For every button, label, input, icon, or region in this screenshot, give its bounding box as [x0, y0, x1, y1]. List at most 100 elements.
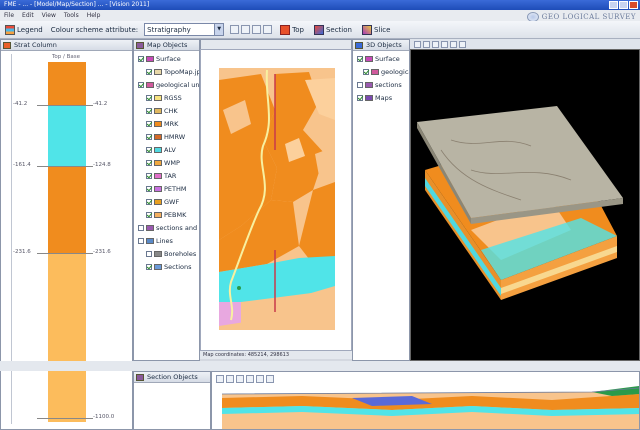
tree-item[interactable]: Surface [138, 54, 181, 64]
zoom-out-icon[interactable] [241, 25, 251, 34]
map-objects-tab[interactable]: Map Objects [134, 40, 199, 51]
section-settings-icon[interactable] [266, 375, 274, 383]
tree-item[interactable]: Maps [357, 93, 392, 103]
tree-item[interactable]: sections and lines [138, 223, 199, 233]
lighting-icon[interactable] [459, 40, 466, 48]
bottom-splitter[interactable] [133, 361, 640, 371]
tree-item[interactable]: TAR [146, 171, 176, 181]
menu-view[interactable]: View [42, 10, 56, 21]
strat-unit-1[interactable] [48, 105, 86, 167]
layer-checkbox[interactable] [146, 160, 152, 166]
tree-item[interactable]: Sections [146, 262, 192, 272]
zoom-in-icon[interactable] [230, 25, 240, 34]
menu-edit[interactable]: Edit [22, 10, 34, 21]
tree-item[interactable]: CHK [146, 106, 178, 116]
layer-checkbox[interactable] [146, 173, 152, 179]
layer-checkbox[interactable] [146, 134, 152, 140]
cross-section[interactable] [212, 384, 639, 429]
exaggeration-icon[interactable] [450, 40, 457, 48]
attribute-select[interactable]: Stratigraphy ▼ [144, 23, 225, 36]
section-zoom-out-icon[interactable] [226, 375, 234, 383]
layer-checkbox[interactable] [146, 186, 152, 192]
section-pan-icon[interactable] [236, 375, 244, 383]
borehole-marker[interactable] [237, 286, 241, 290]
layer-checkbox[interactable] [363, 69, 369, 75]
menu-file[interactable]: File [4, 10, 14, 21]
tree-item[interactable]: sections [357, 80, 402, 90]
pan-3d-icon[interactable] [423, 40, 430, 48]
close-button[interactable] [629, 1, 638, 9]
map-view[interactable] [200, 49, 352, 351]
legend-icon [5, 24, 15, 35]
section-fit-icon[interactable] [246, 375, 254, 383]
zoom-3d-icon[interactable] [432, 40, 439, 48]
attribute-label: Colour scheme attribute: [50, 25, 139, 34]
section-zoom-in-icon[interactable] [216, 375, 224, 383]
window-title: FME - ... - [Model/Map/Section] ... - [V… [4, 1, 150, 8]
section-view[interactable] [211, 371, 640, 430]
rotate-icon[interactable] [263, 25, 273, 34]
tree-item[interactable]: HMRW [146, 132, 185, 142]
map-view-header [200, 39, 352, 49]
strat-unit-2[interactable] [48, 166, 86, 253]
layer-checkbox[interactable] [146, 121, 152, 127]
tree-item[interactable]: PETHM [146, 184, 187, 194]
geological-map[interactable] [201, 50, 351, 350]
strat-column-tab-label: Strat Column [14, 41, 57, 49]
tree-item[interactable]: Lines [138, 236, 173, 246]
layer-checkbox[interactable] [138, 82, 144, 88]
reset-view-icon[interactable] [441, 40, 448, 48]
tree-item[interactable]: ALV [146, 145, 176, 155]
layer-checkbox[interactable] [146, 212, 152, 218]
section-toolbar [216, 374, 274, 384]
depth-label-left: -41.2 [13, 101, 28, 108]
layer-checkbox[interactable] [146, 147, 152, 153]
strat-unit-0[interactable] [48, 62, 86, 106]
menu-help[interactable]: Help [87, 10, 101, 21]
menu-tools[interactable]: Tools [64, 10, 79, 21]
section-ruler-icon[interactable] [256, 375, 264, 383]
maximize-button[interactable] [619, 1, 628, 9]
tree-item[interactable]: MRK [146, 119, 178, 129]
layer-checkbox[interactable] [146, 199, 152, 205]
tree-item[interactable]: geological units [138, 80, 199, 90]
tree-item[interactable]: Surface [357, 54, 400, 64]
tree-item[interactable]: TopoMap.jpg [146, 67, 199, 77]
layer-checkbox[interactable] [146, 95, 152, 101]
layer-checkbox[interactable] [146, 264, 152, 270]
pan-icon[interactable] [252, 25, 262, 34]
section-objects-tab[interactable]: Section Objects [134, 372, 210, 383]
layer-checkbox[interactable] [138, 225, 144, 231]
map-status-bar: Map coordinates: 485214, 298613 [200, 351, 352, 359]
strat-unit-3[interactable] [48, 252, 86, 422]
tree-item[interactable]: WMP [146, 158, 180, 168]
tree-item-label: HMRW [164, 133, 186, 141]
tree-item-label: Maps [375, 94, 393, 102]
layer-checkbox[interactable] [357, 56, 363, 62]
tree-item[interactable]: geological units [363, 67, 409, 77]
section-button[interactable]: Section [312, 23, 354, 37]
tree-item[interactable]: Boreholes [146, 249, 196, 259]
slice-button[interactable]: Slice [360, 23, 393, 37]
top-button[interactable]: Top [278, 23, 306, 37]
3d-objects-tab[interactable]: 3D Objects [353, 40, 409, 51]
layer-checkbox[interactable] [146, 69, 152, 75]
layer-checkbox[interactable] [357, 95, 363, 101]
top-label: Top [292, 25, 304, 34]
tree-item[interactable]: PEBMK [146, 210, 186, 220]
tree-item[interactable]: GWF [146, 197, 179, 207]
strat-column-tab[interactable]: Strat Column [1, 40, 132, 51]
layer-checkbox[interactable] [146, 251, 152, 257]
legend-label: Legend [17, 25, 43, 34]
rotate-3d-icon[interactable] [414, 40, 421, 48]
layer-checkbox[interactable] [146, 108, 152, 114]
layer-swatch-icon [154, 69, 162, 75]
layer-checkbox[interactable] [138, 238, 144, 244]
3d-view[interactable] [410, 49, 640, 361]
tree-item[interactable]: RGSS [146, 93, 182, 103]
layer-checkbox[interactable] [357, 82, 363, 88]
layer-checkbox[interactable] [138, 56, 144, 62]
legend-button[interactable]: Legend [3, 23, 45, 37]
3d-block-model[interactable] [411, 50, 639, 360]
minimize-button[interactable] [609, 1, 618, 9]
